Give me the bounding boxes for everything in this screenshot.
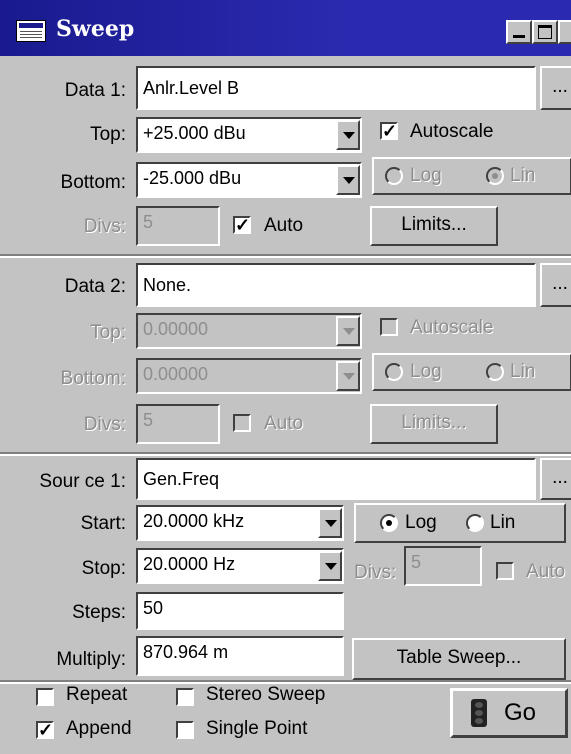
data2-bottom-dropdown-arrow-icon[interactable] xyxy=(336,361,360,391)
source1-lin-radio[interactable] xyxy=(466,514,484,532)
data2-log-radio[interactable] xyxy=(385,363,403,381)
source1-divs-label: Divs: xyxy=(354,562,397,583)
data1-divs-field[interactable]: 5 xyxy=(136,206,220,246)
data2-limits-button[interactable]: Limits... xyxy=(370,404,498,444)
source1-stop-combo[interactable]: 20.0000 Hz xyxy=(136,548,344,584)
single-point-label: Single Point xyxy=(206,718,308,739)
source1-multiply-field[interactable]: 870.964 m xyxy=(136,636,344,676)
data1-log-label: Log xyxy=(410,165,442,186)
close-button[interactable] xyxy=(558,20,571,44)
data2-autoscale-checkbox[interactable] xyxy=(380,318,398,336)
source1-start-combo[interactable]: 20.0000 kHz xyxy=(136,505,344,541)
maximize-button[interactable] xyxy=(532,20,558,44)
source1-browse-button[interactable]: ... xyxy=(540,458,571,500)
go-label: Go xyxy=(503,699,536,726)
go-button[interactable]: Go xyxy=(450,688,568,738)
data1-top-dropdown-arrow-icon[interactable] xyxy=(336,120,360,150)
data2-bottom-combo[interactable]: 0.00000 xyxy=(136,358,362,394)
data2-lin-label: Lin xyxy=(510,361,536,382)
data2-autoscale-label: Autoscale xyxy=(410,317,494,338)
source1-steps-label: Steps: xyxy=(72,602,126,623)
repeat-label: Repeat xyxy=(66,684,128,705)
append-checkbox[interactable]: ✓ xyxy=(36,721,54,739)
single-point-checkbox[interactable] xyxy=(176,721,194,739)
source1-auto-checkbox[interactable] xyxy=(496,562,514,580)
source1-log-radio[interactable] xyxy=(380,514,398,532)
data2-divs-label: Divs: xyxy=(83,414,126,435)
source1-field[interactable]: Gen.Freq xyxy=(136,458,536,500)
data1-bottom-dropdown-arrow-icon[interactable] xyxy=(336,165,360,195)
source1-start-dropdown-arrow-icon[interactable] xyxy=(318,508,342,538)
data2-top-combo[interactable]: 0.00000 xyxy=(136,313,362,349)
data1-bottom-combo[interactable]: -25.000 dBu xyxy=(136,162,362,198)
data1-auto-checkbox[interactable]: ✓ xyxy=(233,216,251,234)
table-sweep-button[interactable]: Table Sweep... xyxy=(352,638,566,680)
data1-top-label: Top: xyxy=(90,124,126,145)
data2-top-label: Top: xyxy=(90,322,126,343)
stereo-sweep-checkbox[interactable] xyxy=(176,688,194,706)
data2-field[interactable]: None. xyxy=(136,263,536,307)
data2-lin-radio[interactable] xyxy=(486,363,504,381)
data2-log-label: Log xyxy=(410,361,442,382)
data1-autoscale-label: Autoscale xyxy=(410,121,494,142)
data1-divs-label: Divs: xyxy=(83,216,126,237)
data2-auto-checkbox[interactable] xyxy=(233,414,251,432)
data1-limits-button[interactable]: Limits... xyxy=(370,206,498,246)
data1-bottom-label: Bottom: xyxy=(60,172,126,193)
data1-autoscale-checkbox[interactable]: ✓ xyxy=(380,122,398,140)
data2-label: Data 2: xyxy=(64,276,126,297)
data2-bottom-label: Bottom: xyxy=(60,368,126,389)
source1-steps-field[interactable]: 50 xyxy=(136,592,344,630)
data1-label: Data 1: xyxy=(64,80,126,101)
sweep-window: Sweep Data 1: Anlr.Level B ... Top: +25.… xyxy=(0,0,571,754)
source1-start-label: Start: xyxy=(80,513,126,534)
source1-divs-field[interactable]: 5 xyxy=(404,546,482,586)
source1-auto-label: Auto xyxy=(526,561,566,582)
data1-log-radio[interactable] xyxy=(385,167,403,185)
repeat-checkbox[interactable] xyxy=(36,688,54,706)
data1-auto-label: Auto xyxy=(264,215,304,236)
source1-multiply-label: Multiply: xyxy=(56,649,126,670)
data2-auto-label: Auto xyxy=(264,413,304,434)
data1-lin-label: Lin xyxy=(510,165,536,186)
data1-lin-radio[interactable] xyxy=(486,167,504,185)
title-bar[interactable]: Sweep xyxy=(0,0,571,56)
data1-top-combo[interactable]: +25.000 dBu xyxy=(136,117,362,153)
stereo-sweep-label: Stereo Sweep xyxy=(206,684,326,705)
source1-stop-dropdown-arrow-icon[interactable] xyxy=(318,551,342,581)
source1-log-label: Log xyxy=(405,512,437,533)
data2-divs-field[interactable]: 5 xyxy=(136,404,220,444)
data1-field[interactable]: Anlr.Level B xyxy=(136,66,536,110)
source1-lin-label: Lin xyxy=(490,512,516,533)
data2-top-dropdown-arrow-icon[interactable] xyxy=(336,316,360,346)
source1-stop-label: Stop: xyxy=(81,558,126,579)
data1-browse-button[interactable]: ... xyxy=(540,66,571,110)
section-divider xyxy=(0,452,571,456)
data2-browse-button[interactable]: ... xyxy=(540,263,571,307)
traffic-light-icon xyxy=(471,699,487,727)
window-app-icon[interactable] xyxy=(16,20,46,42)
append-label: Append xyxy=(66,718,132,739)
section-divider xyxy=(0,254,571,258)
window-title: Sweep xyxy=(56,16,135,42)
source1-label: Sour ce 1: xyxy=(39,471,126,492)
minimize-button[interactable] xyxy=(506,20,532,44)
